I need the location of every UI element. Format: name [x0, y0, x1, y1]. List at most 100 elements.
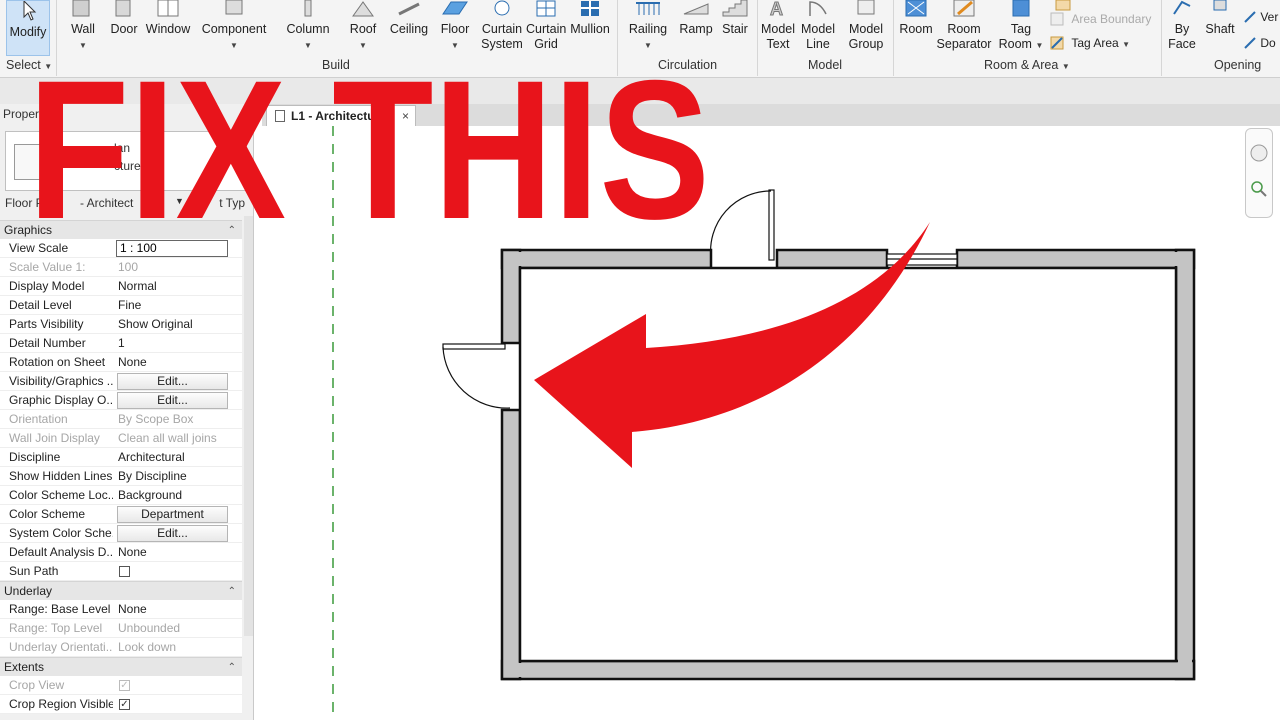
color-scheme-button[interactable]: Department — [117, 506, 228, 523]
navigation-bar[interactable] — [1245, 128, 1273, 218]
collapse-icon[interactable]: ⌃ — [228, 658, 236, 677]
property-name: Underlay Orientati... — [9, 640, 113, 654]
property-row[interactable]: Show Hidden Lines By Discipline — [0, 467, 242, 486]
category-graphics[interactable]: Graphics ⌃ — [0, 220, 242, 239]
category-underlay[interactable]: Underlay ⌃ — [0, 581, 242, 600]
property-value: None — [118, 602, 147, 616]
tag-room-button[interactable]: Tag Room ▼ — [998, 0, 1044, 53]
property-row[interactable]: Detail Number 1 — [0, 334, 242, 353]
view-scale-input[interactable]: 1 : 100 — [116, 240, 228, 257]
shaft-button[interactable]: Shaft — [1203, 0, 1237, 37]
drawing-canvas[interactable] — [262, 126, 1280, 720]
property-row[interactable]: Detail Level Fine — [0, 296, 242, 315]
ceiling-icon — [398, 2, 420, 16]
property-name: Parts Visibility — [9, 317, 84, 331]
property-row[interactable]: Orientation By Scope Box — [0, 410, 242, 429]
door-button[interactable]: Door — [107, 0, 141, 37]
edit-button[interactable]: Edit... — [117, 373, 228, 390]
edit-type-button[interactable]: t Typ — [219, 196, 245, 210]
close-icon[interactable]: × — [402, 106, 409, 126]
model-line-button[interactable]: Model Line — [800, 0, 836, 52]
property-row[interactable]: Visibility/Graphics ... Edit... — [0, 372, 242, 391]
property-row[interactable]: Scale Value 1: 100 — [0, 258, 242, 277]
window-button[interactable]: Window — [144, 0, 192, 37]
mullion-button[interactable]: Mullion — [568, 0, 612, 37]
property-row[interactable]: View Scale 1 : 100 — [0, 239, 242, 258]
property-row[interactable]: Crop Region Visible ✓ — [0, 695, 242, 714]
property-row[interactable]: Rotation on Sheet None — [0, 353, 242, 372]
property-row[interactable]: Discipline Architectural — [0, 448, 242, 467]
property-name: System Color Sche... — [9, 526, 113, 540]
railing-button[interactable]: Railing ▼ — [626, 0, 670, 53]
property-row[interactable]: Range: Base Level None — [0, 600, 242, 619]
property-row[interactable]: Color Scheme Loc... Background — [0, 486, 242, 505]
edit-button[interactable]: Edit... — [117, 392, 228, 409]
property-value: Unbounded — [118, 621, 181, 635]
room-separator-button[interactable]: Room Separator — [936, 0, 992, 52]
property-row[interactable]: Display Model Normal — [0, 277, 242, 296]
floor-button[interactable]: Floor ▼ — [437, 0, 473, 53]
property-value: By Discipline — [118, 469, 187, 483]
view-tab-title: L1 - Architectu — [291, 109, 375, 123]
tag-room-icon — [1012, 0, 1030, 17]
ceiling-button[interactable]: Ceiling — [387, 0, 431, 37]
collapse-icon[interactable]: ⌃ — [228, 582, 236, 601]
property-row[interactable]: Color Scheme Department — [0, 505, 242, 524]
property-name: View Scale — [9, 241, 69, 255]
checkbox[interactable]: ✓ — [119, 699, 130, 710]
steering-wheel-icon[interactable] — [1246, 139, 1272, 169]
instance-filter-dropdown[interactable]: Floor P - Architect ▼ t Typ — [5, 196, 247, 214]
svg-text:A: A — [770, 0, 783, 18]
property-row[interactable]: Underlay Orientati... Look down — [0, 638, 242, 657]
area-boundary-button[interactable]: Area Boundary — [1050, 12, 1151, 26]
vertical-button[interactable]: Ver — [1243, 10, 1278, 24]
checkbox[interactable] — [119, 566, 130, 577]
type-selector[interactable]: lan cture — [5, 131, 247, 191]
property-row[interactable]: Default Analysis D... None — [0, 543, 242, 562]
property-row[interactable]: Wall Join Display Clean all wall joins — [0, 429, 242, 448]
dormer-button[interactable]: Do — [1243, 36, 1276, 50]
by-face-button[interactable]: By Face — [1164, 0, 1200, 52]
property-row[interactable]: System Color Sche... Edit... — [0, 524, 242, 543]
collapse-icon[interactable]: ⌃ — [228, 221, 236, 240]
component-button[interactable]: Component ▼ — [200, 0, 268, 53]
modify-button[interactable]: Modify — [6, 0, 50, 56]
ramp-button[interactable]: Ramp — [678, 0, 714, 37]
properties-title: Proper — [3, 107, 40, 121]
property-name: Graphic Display O... — [9, 393, 113, 407]
stair-button[interactable]: Stair — [718, 0, 752, 37]
checkbox[interactable]: ✓ — [119, 680, 130, 691]
model-text-button[interactable]: A Model Text — [760, 0, 796, 52]
ramp-icon — [683, 3, 709, 15]
roof-button[interactable]: Roof ▼ — [346, 0, 380, 53]
property-value: By Scope Box — [118, 412, 194, 426]
door-top — [709, 189, 775, 261]
curtain-system-button[interactable]: Curtain System — [480, 0, 524, 52]
model-group-button[interactable]: Model Group — [842, 0, 890, 52]
curtain-grid-button[interactable]: Curtain Grid — [526, 0, 566, 52]
room-button[interactable]: Room — [896, 0, 936, 37]
group-room-area-label[interactable]: Room & Area ▼ — [984, 58, 1070, 72]
zoom-icon[interactable] — [1246, 175, 1272, 205]
room-icon — [905, 0, 927, 17]
properties-scrollbar[interactable] — [244, 216, 253, 636]
instance-filter-mid: - Architect — [80, 196, 134, 210]
view-tab-l1-architectural[interactable]: L1 - Architectu × — [266, 105, 416, 126]
dormer-icon — [1244, 37, 1256, 49]
property-value: 1 — [118, 336, 125, 350]
property-row[interactable]: Range: Top Level Unbounded — [0, 619, 242, 638]
property-name: Visibility/Graphics ... — [9, 374, 113, 388]
tag-area-button[interactable]: Tag Area ▼ — [1050, 36, 1130, 50]
column-button[interactable]: Column ▼ — [284, 0, 332, 53]
wall-button[interactable]: Wall ▼ — [66, 0, 100, 53]
category-extents[interactable]: Extents ⌃ — [0, 657, 242, 676]
property-name: Color Scheme — [9, 507, 86, 521]
property-row[interactable]: Crop View ✓ — [0, 676, 242, 695]
property-row[interactable]: Graphic Display O... Edit... — [0, 391, 242, 410]
property-row[interactable]: Sun Path — [0, 562, 242, 581]
property-value: Normal — [118, 279, 157, 293]
property-row[interactable]: Parts Visibility Show Original — [0, 315, 242, 334]
property-name: Crop View — [9, 678, 65, 692]
group-select-label[interactable]: Select ▼ — [6, 58, 52, 72]
edit-button[interactable]: Edit... — [117, 525, 228, 542]
